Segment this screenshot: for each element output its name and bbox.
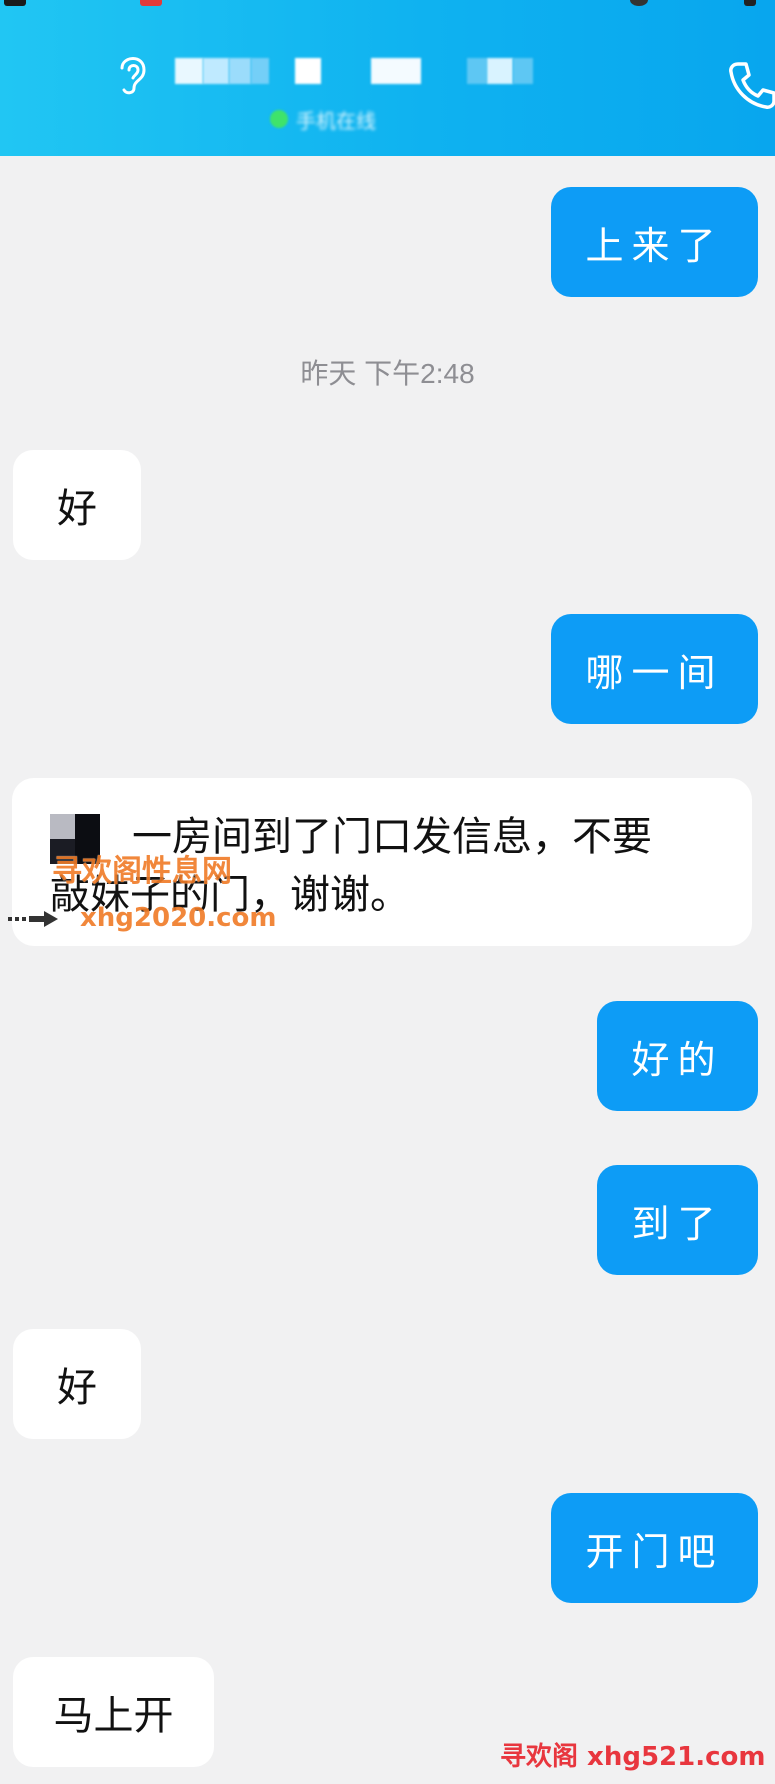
message-timestamp: 昨天 下午2:48 xyxy=(300,358,475,389)
phone-call-icon[interactable] xyxy=(724,58,775,114)
message-bubble-incoming[interactable]: 好 xyxy=(13,1329,141,1439)
message-bubble-incoming[interactable]: 马上开 xyxy=(13,1657,214,1767)
message-text: 好 xyxy=(57,486,97,532)
message-bubble-incoming[interactable]: 好 xyxy=(13,450,141,560)
chat-header: 手机在线 xyxy=(0,0,775,156)
contact-name-redacted xyxy=(175,56,533,86)
status-bar xyxy=(0,0,775,8)
message-text: 到了 xyxy=(631,1201,724,1246)
message-bubble-outgoing[interactable]: 到了 xyxy=(597,1165,758,1275)
arrow-icon xyxy=(8,911,58,927)
watermark-url: xhg2020.com xyxy=(80,903,277,933)
message-text: 马上开 xyxy=(53,1693,174,1739)
status-indicator xyxy=(4,0,26,6)
online-status: 手机在线 xyxy=(270,106,376,133)
message-text: 开门吧 xyxy=(585,1529,724,1574)
battery-icon xyxy=(744,0,756,6)
message-bubble-outgoing[interactable]: 上来了 xyxy=(551,187,758,297)
online-dot-icon xyxy=(270,110,288,128)
watermark-text: 寻欢阁性息网 xyxy=(52,854,232,889)
notification-badge xyxy=(140,0,162,6)
message-text: 好的 xyxy=(631,1037,724,1082)
watermark-bottom: 寻欢阁 xhg521.com xyxy=(500,1742,766,1772)
message-text: 上来了 xyxy=(585,223,724,268)
chat-screen: 手机在线 上来了 昨天 下午2:48 好 哪一间 一房间到了门口发信息，不要 敲… xyxy=(0,0,775,1784)
ear-icon[interactable] xyxy=(112,48,152,98)
message-bubble-outgoing[interactable]: 好的 xyxy=(597,1001,758,1111)
alarm-icon xyxy=(630,0,648,6)
message-bubble-outgoing[interactable]: 开门吧 xyxy=(551,1493,758,1603)
online-status-text: 手机在线 xyxy=(296,108,376,133)
message-text: 好 xyxy=(57,1365,97,1411)
message-text: 哪一间 xyxy=(585,650,724,695)
message-bubble-outgoing[interactable]: 哪一间 xyxy=(551,614,758,724)
